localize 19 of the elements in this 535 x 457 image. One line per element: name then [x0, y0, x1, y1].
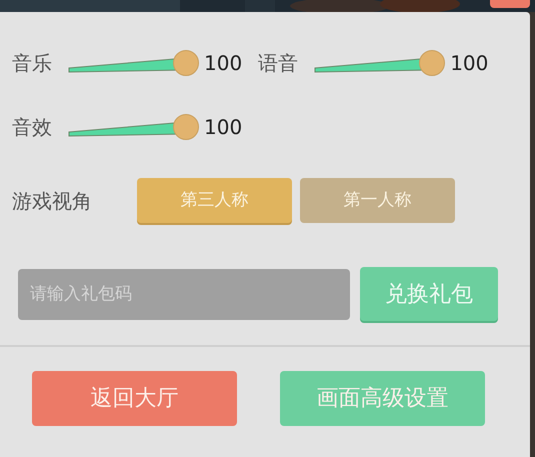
slider-thumb[interactable]	[173, 50, 199, 76]
slider-value: 100	[450, 50, 488, 77]
slider-value: 100	[204, 50, 242, 77]
volume-slider[interactable]	[314, 49, 444, 77]
close-button[interactable]	[490, 0, 530, 8]
slider-label: 音效	[12, 114, 53, 141]
camera-label: 游戏视角	[12, 188, 93, 214]
slider-value: 100	[204, 114, 242, 141]
volume-slider[interactable]	[68, 113, 198, 141]
volume-slider[interactable]	[68, 49, 198, 77]
slider-thumb[interactable]	[173, 114, 199, 140]
camera-option[interactable]: 第一人称	[300, 178, 455, 223]
footer-button[interactable]: 画面高级设置	[280, 371, 485, 426]
slider-thumb[interactable]	[419, 50, 446, 76]
redeem-button[interactable]: 兑换礼包	[360, 267, 498, 321]
slider-label: 语音	[258, 50, 300, 77]
slider-label: 音乐	[12, 50, 53, 77]
camera-option[interactable]: 第三人称	[137, 178, 292, 223]
footer-button[interactable]: 返回大厅	[32, 371, 237, 426]
